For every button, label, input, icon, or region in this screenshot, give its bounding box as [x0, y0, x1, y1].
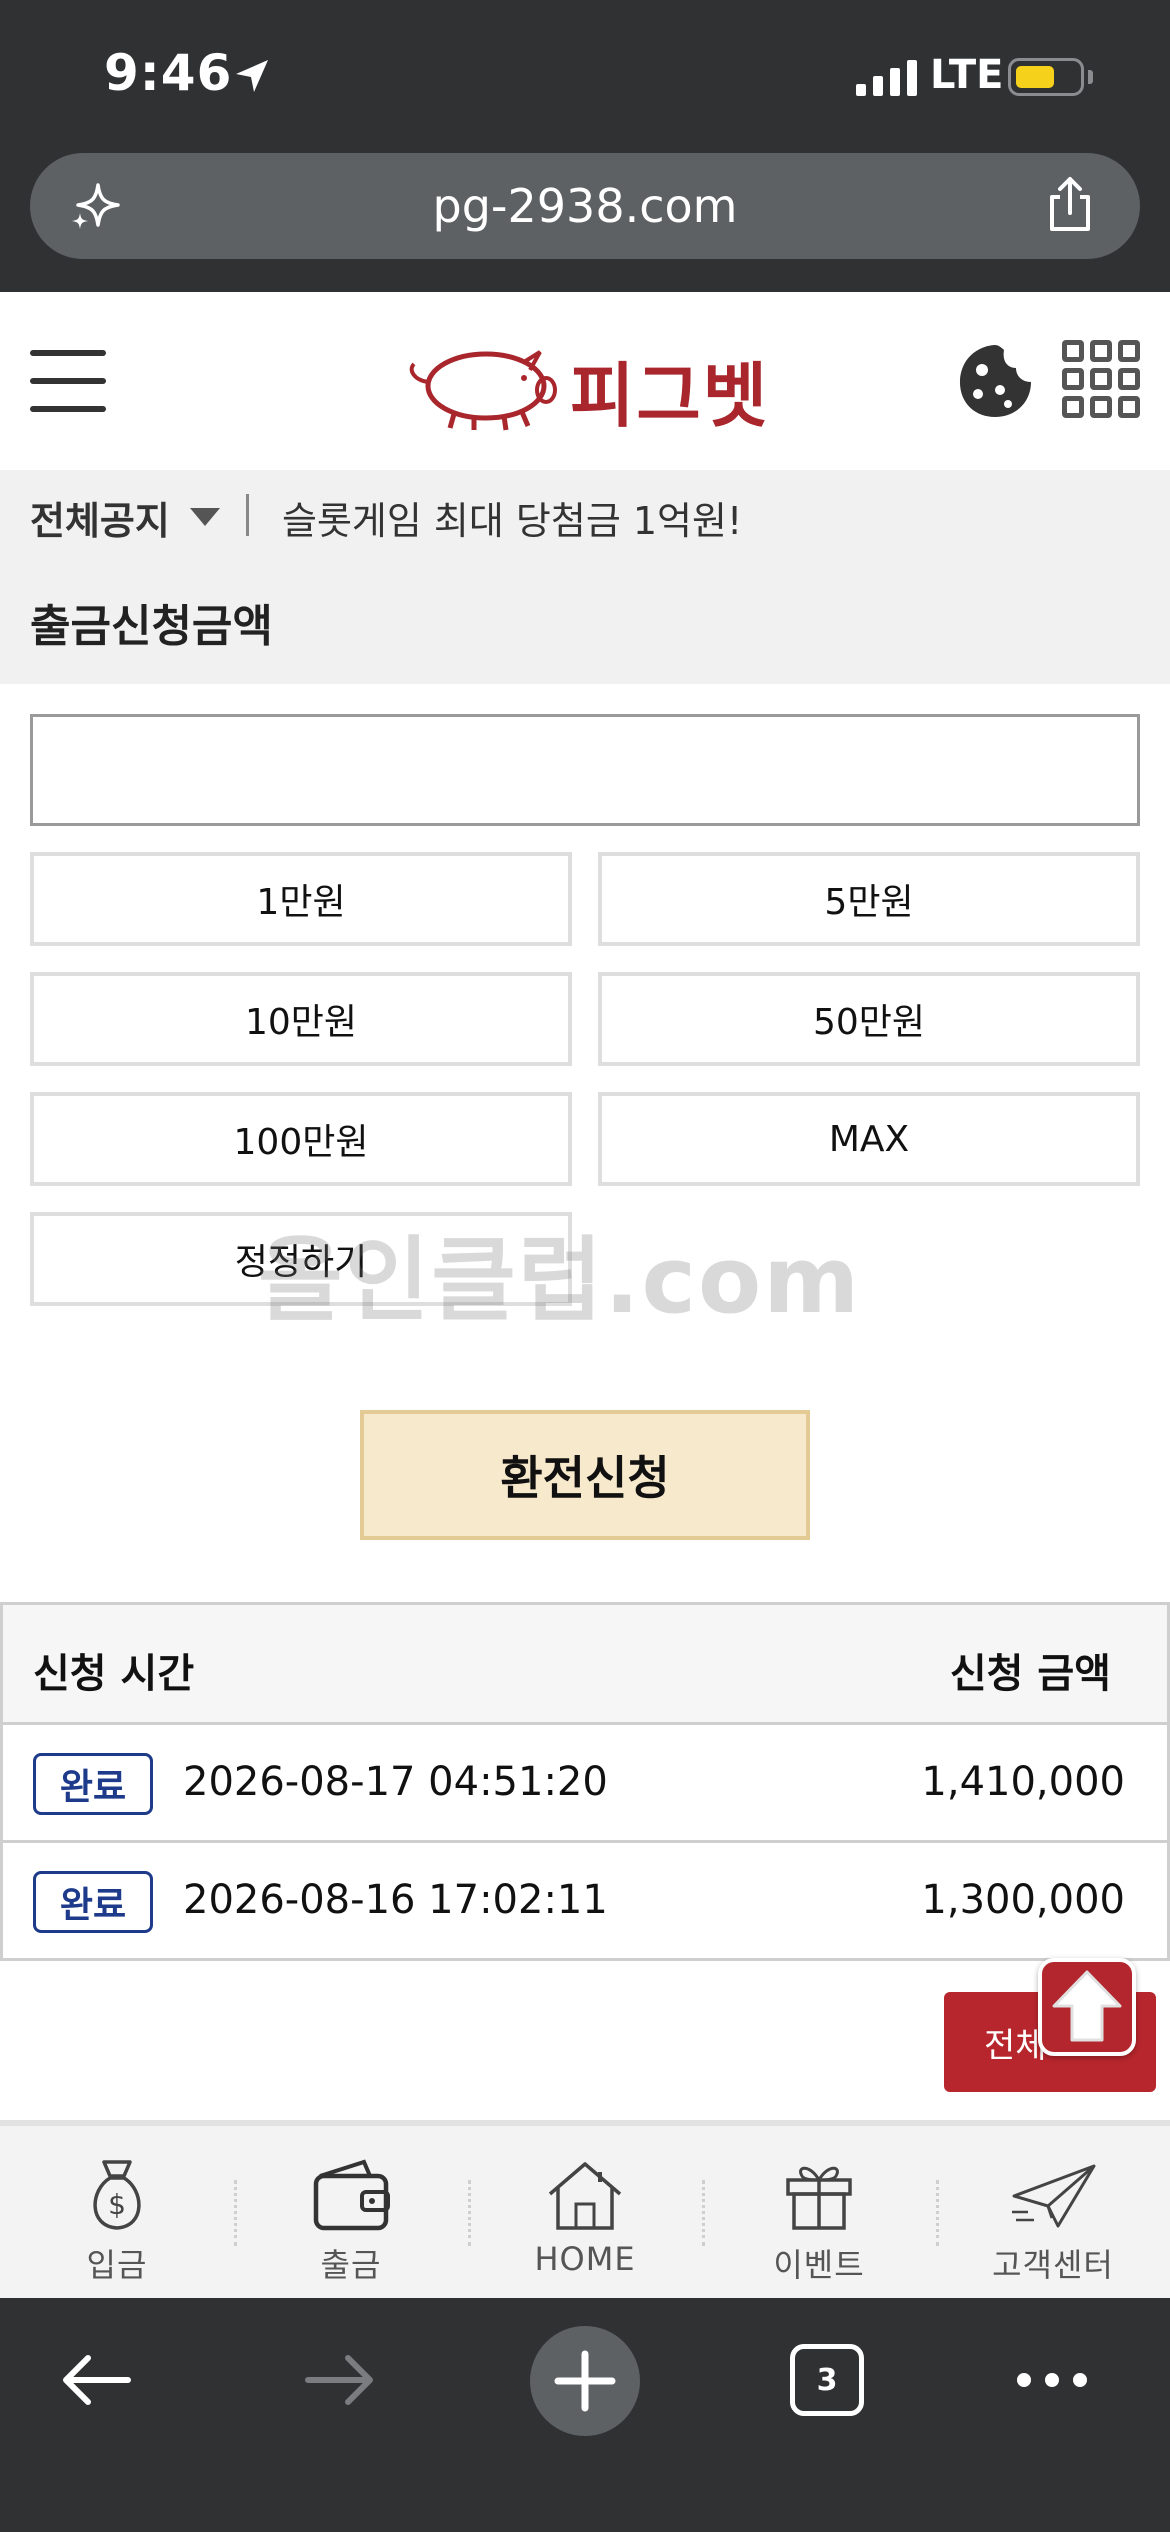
money-bag-icon: $	[93, 2160, 141, 2230]
request-amount: 1,410,000	[921, 1759, 1125, 1805]
amount-input[interactable]	[30, 714, 1140, 826]
quick-amount-max-button[interactable]: MAX	[598, 1092, 1140, 1186]
home-icon	[548, 2162, 622, 2230]
scroll-to-top-button[interactable]	[1038, 1958, 1136, 2056]
forward-arrow-icon[interactable]	[302, 2344, 378, 2416]
new-tab-button[interactable]	[530, 2326, 640, 2436]
divider	[246, 494, 249, 536]
address-bar[interactable]: pg-2938.com	[30, 153, 1140, 259]
quick-amount-1m-button[interactable]: 100만원	[30, 1092, 572, 1186]
tabs-button[interactable]: 3	[790, 2344, 864, 2416]
gift-icon	[786, 2166, 852, 2230]
apps-grid-icon[interactable]	[1062, 340, 1140, 418]
site-logo[interactable]: 피그벳	[400, 330, 770, 437]
wallet-icon	[313, 2159, 390, 2231]
quick-amount-10k-button[interactable]: 1만원	[30, 852, 572, 946]
caret-down-icon[interactable]	[190, 508, 220, 526]
nav-item-support[interactable]: 고객센터	[936, 2126, 1170, 2298]
logo-text: 피그벳	[570, 355, 770, 437]
site-header: 피그벳	[0, 292, 1170, 470]
status-badge: 완료	[33, 1753, 153, 1815]
reset-amount-button[interactable]: 정정하기	[30, 1212, 572, 1306]
status-time: 9:46	[104, 44, 233, 102]
nav-item-deposit[interactable]: $ 입금	[0, 2126, 234, 2298]
notice-bar[interactable]: 전체공지 슬롯게임 최대 당첨금 1억원!	[0, 470, 1170, 560]
nav-item-withdraw[interactable]: 출금	[234, 2126, 468, 2298]
withdraw-submit-button[interactable]: 환전신청	[360, 1410, 810, 1540]
page-title: 출금신청금액	[30, 601, 273, 652]
browser-toolbar: 3	[0, 2298, 1170, 2532]
quick-amount-100k-button[interactable]: 10만원	[30, 972, 572, 1066]
share-icon[interactable]	[1042, 175, 1098, 235]
nav-label: 입금	[86, 2246, 148, 2284]
battery-nub	[1088, 70, 1093, 84]
nav-label: 출금	[320, 2246, 382, 2284]
quick-amount-50k-button[interactable]: 5만원	[598, 852, 1140, 946]
nav-label: 이벤트	[773, 2246, 865, 2284]
table-row: 완료 2026-08-17 04:51:20 1,410,000	[3, 1725, 1167, 1843]
quick-amount-500k-button[interactable]: 50만원	[598, 972, 1140, 1066]
cookie-icon[interactable]	[956, 342, 1034, 420]
column-header-time: 신청 시간	[33, 1651, 195, 1697]
arrow-up-icon	[1052, 1970, 1122, 2042]
paper-plane-icon	[1012, 2164, 1096, 2228]
back-arrow-icon[interactable]	[58, 2344, 134, 2416]
table-row: 완료 2026-08-16 17:02:11 1,300,000	[3, 1843, 1167, 1961]
nav-label: 고객센터	[992, 2246, 1114, 2284]
nav-item-event[interactable]: 이벤트	[702, 2126, 936, 2298]
notice-text[interactable]: 슬롯게임 최대 당첨금 1억원!	[282, 490, 742, 545]
svg-text:$: $	[108, 2188, 126, 2221]
plus-icon	[554, 2350, 616, 2412]
battery-icon	[1008, 58, 1084, 96]
location-arrow-icon	[236, 60, 268, 92]
bottom-nav: $ 입금 출금 HOME 이벤트 고객센터	[0, 2120, 1170, 2298]
nav-item-home[interactable]: HOME	[468, 2126, 702, 2298]
browser-top-chrome: 9:46 LTE pg-2938.com	[0, 0, 1170, 292]
url-text[interactable]: pg-2938.com	[30, 179, 1140, 233]
hamburger-menu-icon[interactable]	[30, 346, 106, 416]
table-header: 신청 시간 신청 금액	[3, 1605, 1167, 1725]
network-type: LTE	[930, 52, 1004, 98]
notice-label[interactable]: 전체공지	[30, 490, 170, 545]
nav-label: HOME	[534, 2240, 636, 2278]
request-time: 2026-08-16 17:02:11	[183, 1877, 608, 1923]
request-time: 2026-08-17 04:51:20	[183, 1759, 608, 1805]
column-header-amount: 신청 금액	[949, 1651, 1111, 1697]
status-badge: 완료	[33, 1871, 153, 1933]
cellular-signal-icon	[856, 58, 917, 96]
withdraw-history-table: 신청 시간 신청 금액 완료 2026-08-17 04:51:20 1,410…	[0, 1602, 1170, 1961]
withdraw-title-bar: 출금신청금액	[0, 560, 1170, 684]
pig-logo-icon	[409, 350, 557, 431]
request-amount: 1,300,000	[921, 1877, 1125, 1923]
more-options-icon[interactable]	[1014, 2360, 1090, 2400]
